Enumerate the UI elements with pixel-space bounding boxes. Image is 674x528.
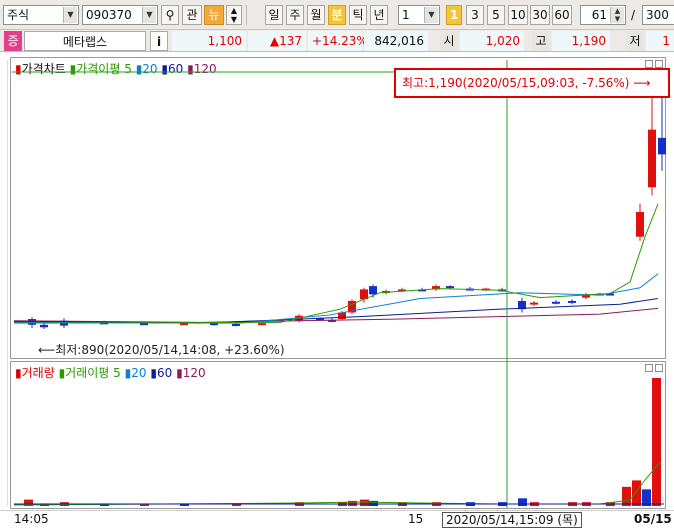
period-day-button[interactable]: 일 (265, 5, 283, 25)
high-value: 1,190 (552, 31, 610, 51)
price-change: ▲137 (248, 31, 306, 51)
updown-spinner[interactable]: ▲ ▼ (226, 5, 242, 25)
price-ma-label: 가격이평 (76, 62, 121, 76)
vol-ma-60-label: 60 (156, 366, 173, 380)
period-minute-button[interactable]: 분 (328, 5, 346, 25)
total-count-value: 300 (646, 8, 669, 22)
max-price-annotation: 최고:1,190(2020/05/15,09:03, -7.56%) ⟶ (394, 68, 670, 98)
legend-marker: ▮ (15, 366, 22, 380)
minimize-icon[interactable] (645, 60, 653, 68)
chevron-down-icon[interactable]: ▼ (424, 7, 438, 23)
count-slash: / (631, 8, 636, 22)
separator (246, 5, 247, 25)
arrow-right-icon: ⟶ (633, 76, 651, 90)
price-chart-panel[interactable]: ▮가격차트 ▮가격이평 5 ▮20 ▮60 ▮120 (10, 57, 666, 359)
volume-legend: ▮거래량 ▮거래이평 5 ▮20 ▮60 ▮120 (15, 364, 206, 381)
legend-marker: ▮ (187, 62, 194, 76)
magnifier-icon: ⚲ (165, 8, 175, 22)
margin-badge: 증 (4, 31, 22, 51)
quote-strip: 증 메타랩스 i 1,100 ▲137 +14.23% 842,016 시 1,… (0, 30, 674, 52)
current-price: 1,100 (172, 31, 246, 51)
arrow-left-icon: ⟵ (38, 343, 56, 357)
info-button[interactable]: i (150, 31, 168, 51)
time-axis-start: 14:05 (14, 512, 49, 526)
ma-20-label: 20 (142, 62, 158, 76)
period-week-button[interactable]: 주 (286, 5, 304, 25)
vol-ma-20-label: 20 (131, 366, 147, 380)
stock-name[interactable]: 메타랩스 (24, 31, 146, 51)
left-edge-ruler (3, 60, 8, 506)
gwan-button[interactable]: 관 (182, 5, 202, 25)
market-select-value: 주식 (7, 8, 30, 22)
code-input[interactable]: 090370 ▼ (82, 5, 158, 25)
ma-60-label: 60 (168, 62, 184, 76)
min-price-annotation: ⟵최저:890(2020/05/14,14:08, +23.60%) (38, 341, 285, 358)
new-button[interactable]: 뉴 (204, 5, 224, 25)
min-price-text: 최저:890(2020/05/14,14:08, +23.60%) (55, 343, 285, 357)
crosshair-time-label: 2020/05/14,15:09 (목) (442, 512, 582, 528)
volume-chart-panel[interactable]: ▮거래량 ▮거래이평 5 ▮20 ▮60 ▮120 (10, 361, 666, 509)
legend-marker: ▮ (150, 366, 157, 380)
count-stepper-value: 61 (591, 8, 607, 22)
stepper-arrows-icon[interactable]: ▲ ▼ (610, 7, 624, 23)
interval-select[interactable]: 1 ▼ (398, 5, 440, 25)
chevron-down-icon[interactable]: ▼ (63, 7, 77, 23)
period-tick-button[interactable]: 틱 (349, 5, 367, 25)
volume-ma-label: 거래이평 (65, 366, 110, 380)
price-chart-title: 가격차트 (21, 62, 66, 76)
vol-ma-120-label: 120 (182, 366, 206, 380)
price-change-pct: +14.23% (308, 31, 368, 51)
code-input-value: 090370 (86, 8, 132, 22)
interval-1-button[interactable]: 1 (446, 5, 462, 25)
chevron-down-icon[interactable]: ▼ (142, 7, 156, 23)
max-price-text: 최고:1,190(2020/05/15,09:03, -7.56%) (402, 76, 630, 90)
interval-select-value: 1 (402, 8, 410, 22)
minimize-icon[interactable] (645, 364, 653, 372)
market-select[interactable]: 주식 ▼ (3, 5, 79, 25)
volume-chart-title: 거래량 (21, 366, 55, 380)
price-legend: ▮가격차트 ▮가격이평 5 ▮20 ▮60 ▮120 (15, 60, 217, 77)
total-count-input[interactable]: 300 (642, 5, 674, 25)
close-icon[interactable] (655, 364, 663, 372)
ma-5-label: 5 (124, 62, 132, 76)
period-year-button[interactable]: 년 (370, 5, 388, 25)
search-button[interactable]: ⚲ (161, 5, 179, 25)
time-axis-end: 05/15 (634, 512, 672, 526)
legend-marker: ▮ (176, 366, 183, 380)
interval-10-button[interactable]: 10 (508, 5, 528, 25)
low-value: 1 (646, 31, 674, 51)
interval-60-button[interactable]: 60 (552, 5, 572, 25)
legend-marker: ▮ (15, 62, 22, 76)
vol-ma-5-label: 5 (113, 366, 121, 380)
open-label: 시 (440, 31, 458, 51)
interval-3-button[interactable]: 3 (466, 5, 484, 25)
count-stepper[interactable]: 61 ▲ ▼ (580, 5, 626, 25)
low-label: 저 (626, 31, 644, 51)
time-axis-tick: 15 (408, 512, 424, 526)
time-axis: 14:05 15 2020/05/14,15:09 (목) 05/15 (0, 510, 674, 528)
interval-5-button[interactable]: 5 (487, 5, 505, 25)
high-label: 고 (532, 31, 550, 51)
period-month-button[interactable]: 월 (307, 5, 325, 25)
volume-value: 842,016 (364, 31, 428, 51)
ma-120-label: 120 (193, 62, 217, 76)
open-value: 1,020 (460, 31, 524, 51)
toolbar: 주식 ▼ 090370 ▼ ⚲ 관 뉴 ▲ ▼ 일 주 월 분 틱 년 1 ▼ 1… (0, 0, 674, 30)
interval-30-button[interactable]: 30 (530, 5, 550, 25)
close-icon[interactable] (655, 60, 663, 68)
